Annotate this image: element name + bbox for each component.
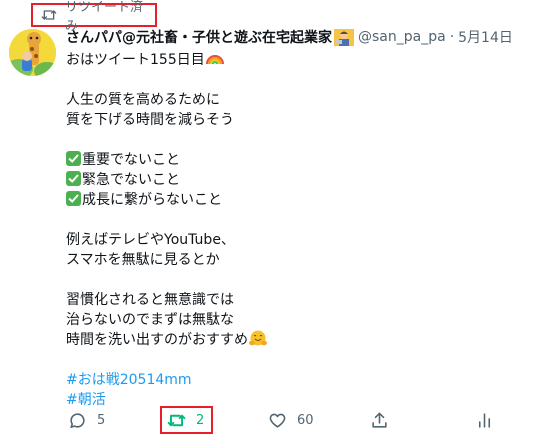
heart-icon <box>268 411 287 430</box>
retweet-count: 2 <box>196 412 205 428</box>
share-icon <box>370 411 389 430</box>
like-count: 60 <box>297 412 314 428</box>
tweet-line: 成長に繋がらないこと <box>66 190 526 210</box>
retweet-icon <box>167 411 186 430</box>
tweet-line: 時間を洗い出すのがおすすめ <box>66 330 526 350</box>
reply-button[interactable]: 5 <box>68 405 105 435</box>
hugging-face-emoji-icon <box>249 330 267 347</box>
tweet-header: さんパパ@元社畜・子供と遊ぶ在宅起業家 @san_pa_pa · 5月14日 <box>66 26 513 48</box>
tweet-line: 習慣化されると無意識では <box>66 292 234 308</box>
tweet-line: 例えばテレビやYouTube、 <box>66 232 235 248</box>
tweet-line: 緊急でないこと <box>66 170 526 190</box>
tweet-line: 質を下げる時間を減らそう <box>66 112 234 128</box>
check-mark-icon <box>66 151 81 166</box>
office-worker-emoji-icon <box>334 28 354 46</box>
rainbow-emoji-icon <box>205 51 224 65</box>
reply-count: 5 <box>97 412 106 428</box>
author-avatar[interactable] <box>9 29 56 76</box>
tweet-line: 治らないのでまずは無駄な <box>66 312 234 328</box>
tweet-line: おはツイート155日目 <box>66 50 526 70</box>
header-separator: · <box>449 29 455 45</box>
author-handle[interactable]: @san_pa_pa <box>358 29 446 45</box>
hashtag-link[interactable]: #おは戦20514mm <box>66 370 526 390</box>
check-mark-icon <box>66 171 81 186</box>
reply-icon <box>68 411 87 430</box>
tweet-actions: 5 2 60 <box>62 405 502 435</box>
analytics-button[interactable] <box>475 405 504 435</box>
tweet-line: スマホを無駄に見るとか <box>66 252 220 268</box>
retweet-icon <box>41 8 57 22</box>
retweeted-banner[interactable]: リツイート済み <box>31 0 157 34</box>
like-button[interactable]: 60 <box>268 405 314 435</box>
analytics-icon <box>475 411 494 430</box>
author-name[interactable]: さんパパ@元社畜・子供と遊ぶ在宅起業家 <box>66 27 332 47</box>
tweet-text: おはツイート155日目 人生の質を高めるために 質を下げる時間を減らそう 重要で… <box>66 50 526 410</box>
retweet-button[interactable]: 2 <box>160 406 213 434</box>
share-button[interactable] <box>370 405 399 435</box>
tweet-line: 人生の質を高めるために <box>66 92 220 108</box>
tweet-line: 重要でないこと <box>66 150 526 170</box>
check-mark-icon <box>66 191 81 206</box>
tweet-date[interactable]: 5月14日 <box>458 27 513 47</box>
